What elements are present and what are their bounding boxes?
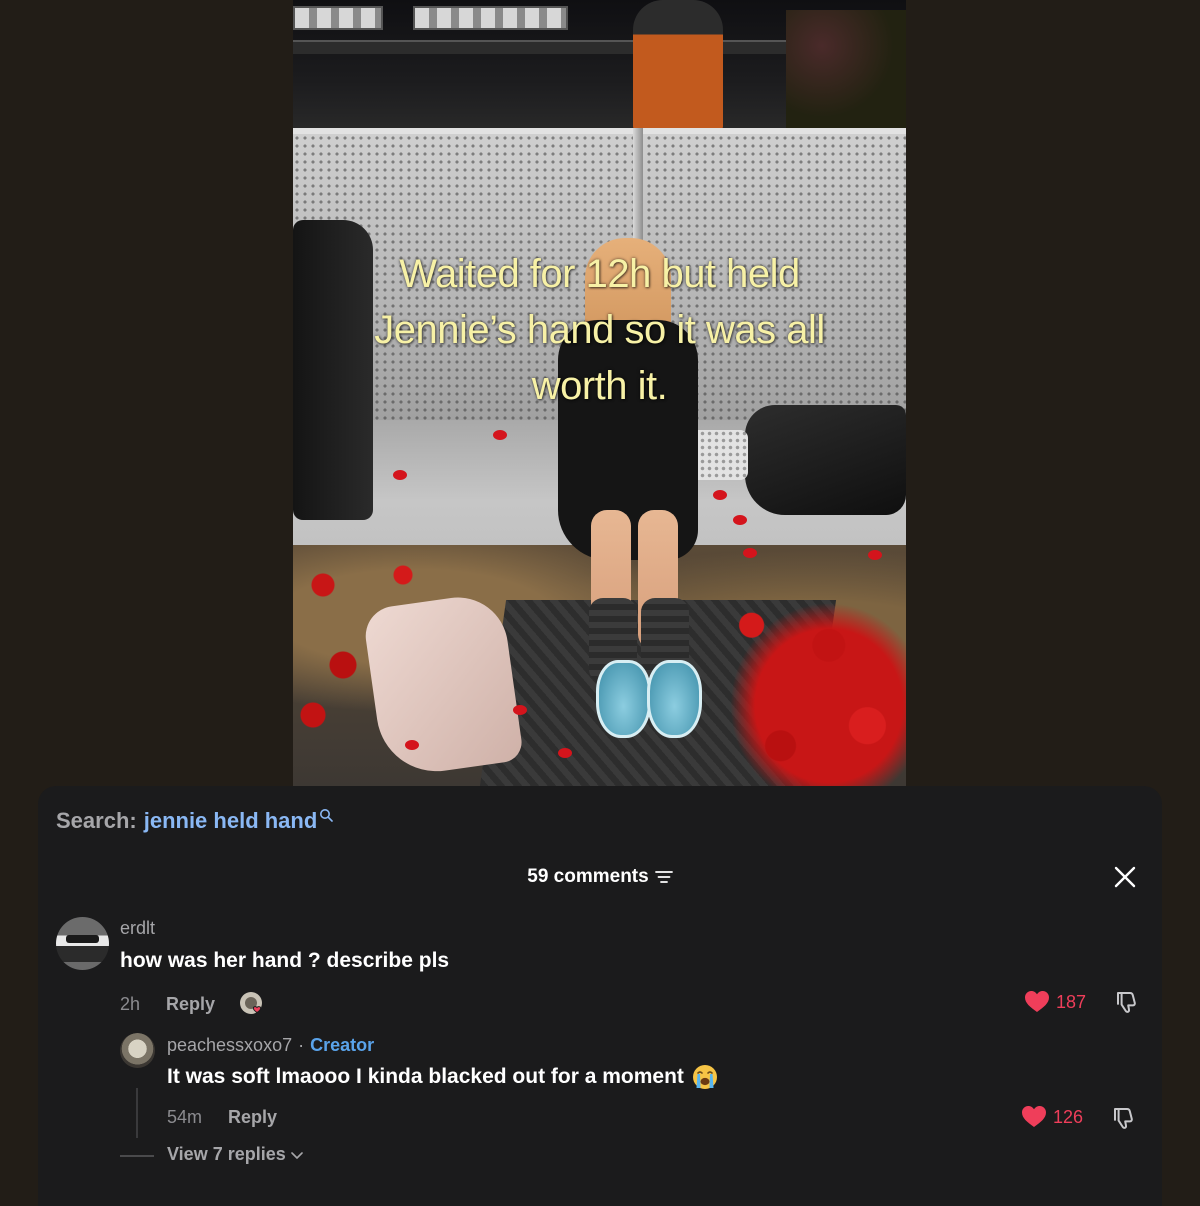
view-replies-button[interactable]: View 7 replies (167, 1144, 303, 1165)
reply-button[interactable]: Reply (166, 994, 215, 1015)
caption-line: Jennie’s hand so it was all (374, 308, 825, 352)
comment-text: how was her hand ? describe pls (120, 949, 450, 972)
comments-header: 59 comments (38, 866, 1162, 888)
petal (405, 740, 419, 750)
petal (558, 748, 572, 758)
search-icon[interactable] (319, 808, 334, 822)
comment-time: 2h (120, 993, 141, 1014)
petal (868, 550, 882, 560)
view-replies-label: View 7 replies (167, 1144, 286, 1164)
reply-username-row: peachessxoxo7 · Creator (167, 1035, 374, 1056)
petal (513, 705, 527, 715)
thread-line (136, 1088, 138, 1138)
girl-shoe (647, 660, 702, 738)
petal (493, 430, 507, 440)
like-button[interactable]: 126 (1021, 1105, 1083, 1129)
stage-truss-bar (293, 40, 813, 54)
rose-petals-right (713, 585, 906, 786)
avatar[interactable] (120, 1033, 155, 1068)
filter-icon[interactable] (654, 870, 673, 884)
avatar[interactable] (56, 917, 109, 970)
video-frame[interactable]: Waited for 12h but held Jennie’s hand so… (293, 0, 906, 786)
crying-emoji-icon (692, 1065, 717, 1089)
petal (733, 515, 747, 525)
chevron-down-icon (290, 1151, 303, 1159)
like-count: 187 (1055, 991, 1086, 1012)
heart-icon[interactable] (1024, 990, 1050, 1014)
petal (743, 548, 757, 558)
like-count: 126 (1052, 1106, 1083, 1127)
comment-meta: 2h Reply (120, 991, 265, 1017)
jacket (745, 405, 906, 515)
dislike-icon[interactable] (1111, 1106, 1135, 1130)
video-caption: Waited for 12h but held Jennie’s hand so… (293, 246, 906, 414)
reply-text-row: It was soft lmaooo I kinda blacked out f… (167, 1064, 718, 1090)
reply-text: It was soft lmaooo I kinda blacked out f… (167, 1065, 684, 1088)
creator-liked-icon (240, 992, 263, 1014)
comments-panel: Search: jennie held hand 59 comments erd… (38, 786, 1162, 1206)
search-label: Search: (56, 808, 137, 833)
reply-username[interactable]: peachessxoxo7 (167, 1035, 292, 1056)
comment-username[interactable]: erdlt (120, 918, 155, 939)
comments-count: 59 comments (527, 866, 649, 887)
view-replies-line (120, 1155, 154, 1157)
separator-dot: · (298, 1035, 305, 1055)
search-term-link[interactable]: jennie held hand (144, 808, 318, 834)
girl-shoe (596, 660, 651, 738)
stage-lights (786, 10, 906, 130)
reply-button[interactable]: Reply (228, 1107, 277, 1128)
heart-icon[interactable] (1021, 1105, 1047, 1129)
caption-line: worth it. (531, 364, 668, 408)
petal (393, 470, 407, 480)
like-button[interactable]: 187 (1024, 990, 1086, 1014)
reply-time: 54m (167, 1107, 203, 1127)
stage-truss (293, 6, 383, 30)
creator-badge: Creator (310, 1035, 375, 1055)
close-icon[interactable] (1114, 866, 1136, 888)
reply-meta: 54m Reply (167, 1107, 277, 1128)
search-suggestion[interactable]: Search: jennie held hand (56, 808, 334, 834)
dislike-icon[interactable] (1114, 990, 1138, 1014)
caption-line: Waited for 12h but held (399, 252, 800, 296)
stage-truss (413, 6, 568, 30)
security-guard (633, 0, 723, 132)
petal (713, 490, 727, 500)
